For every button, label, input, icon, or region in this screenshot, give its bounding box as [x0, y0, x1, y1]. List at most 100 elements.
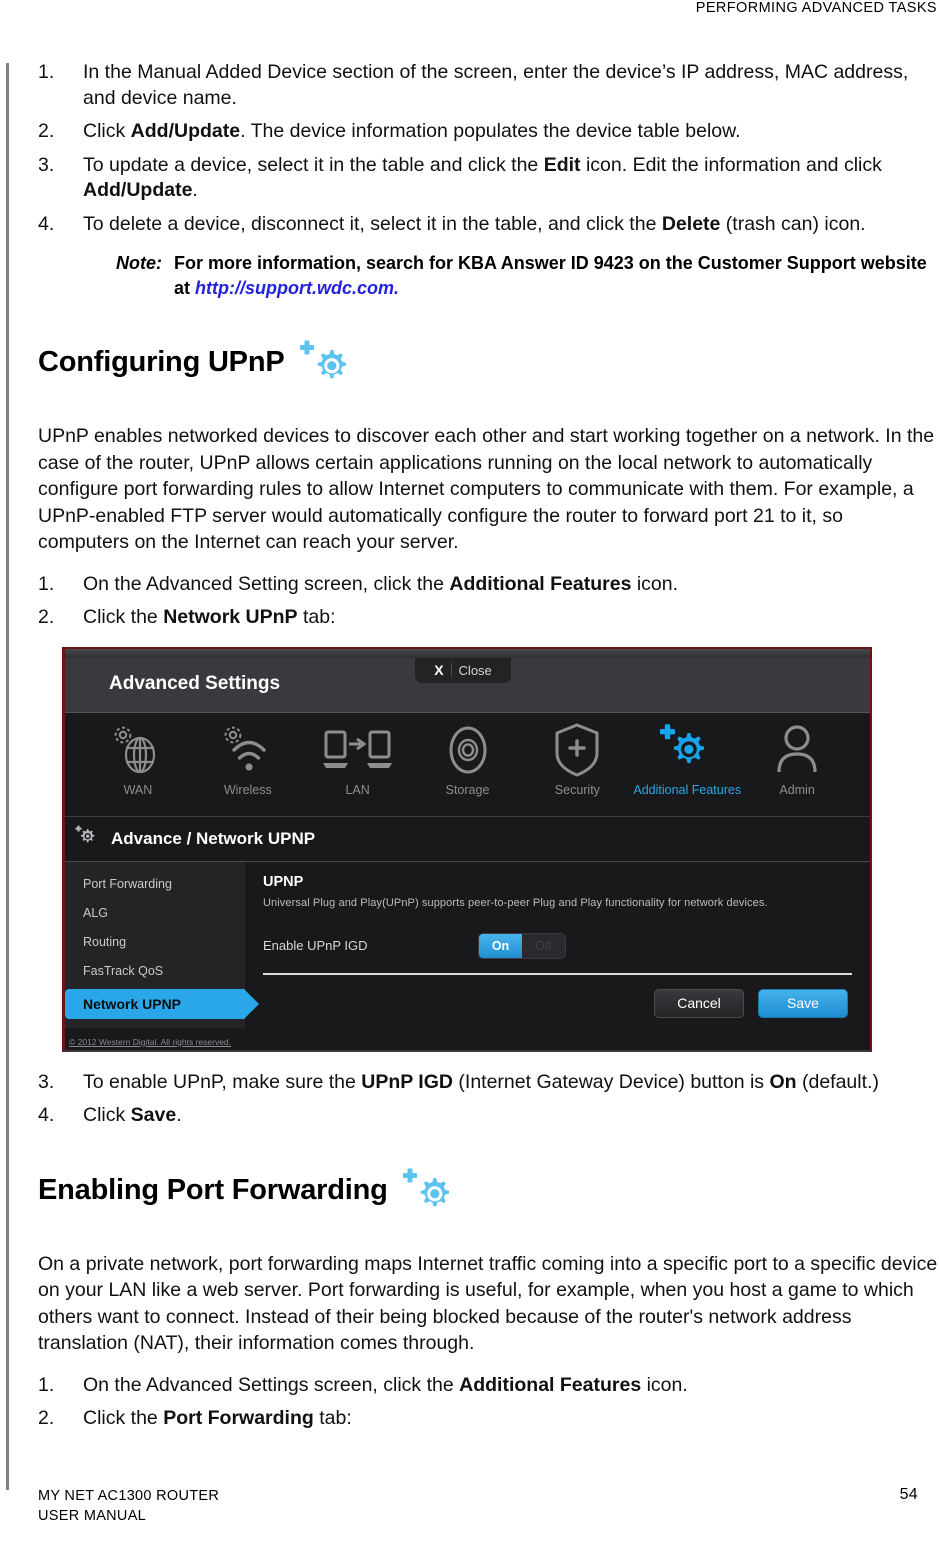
- list-item: 3. To enable UPnP, make sure the UPnP IG…: [38, 1070, 939, 1096]
- list-item-number: 1.: [38, 572, 55, 595]
- sidebar-item-port-forwarding[interactable]: Port Forwarding: [65, 870, 245, 899]
- nav-item-wan[interactable]: WAN: [83, 719, 193, 797]
- sidebar-item-alg[interactable]: ALG: [65, 899, 245, 928]
- nav-item-security[interactable]: Security: [522, 719, 632, 797]
- list-item: 1. On the Advanced Settings screen, clic…: [38, 1373, 939, 1399]
- upnp-igd-toggle[interactable]: On Off: [478, 932, 566, 959]
- figure-titlebar: Advanced Settings X Close: [65, 657, 870, 713]
- list-item: 2. Click Add/Update. The device informat…: [38, 119, 939, 145]
- figure-network-upnp-screenshot: Advanced Settings X Close WAN Wireless L…: [62, 646, 872, 1052]
- list-item-text: Click the Network UPnP tab:: [83, 606, 336, 628]
- list-item-text: To delete a device, disconnect it, selec…: [83, 212, 866, 235]
- nav-label: Storage: [445, 782, 490, 797]
- steps-list-top: 1. In the Manual Added Device section of…: [38, 60, 939, 237]
- advanced-settings-nav: WAN Wireless LAN Storage Security Additi…: [65, 712, 870, 817]
- device-to-device-icon: [321, 719, 395, 781]
- nav-label: Wireless: [223, 782, 272, 797]
- breadcrumb: Advance / Network UPNP: [65, 816, 870, 862]
- globe-gear-icon: [110, 719, 166, 781]
- page-title-configuring-upnp: Configuring UPnP: [38, 340, 939, 403]
- nav-item-wireless[interactable]: Wireless: [193, 719, 303, 797]
- list-item: 4. Click Save.: [38, 1103, 939, 1129]
- support-website-link[interactable]: http://support.wdc.com.: [195, 278, 399, 298]
- list-item-text: On the Advanced Setting screen, click th…: [83, 572, 679, 595]
- note-block: Note: For more information, search for K…: [38, 251, 939, 301]
- list-item-text: Click Save.: [83, 1104, 182, 1126]
- person-icon: [772, 719, 822, 781]
- enable-upnp-igd-row: Enable UPnP IGD On Off: [263, 932, 852, 959]
- cancel-button[interactable]: Cancel: [654, 988, 744, 1018]
- page-title-enabling-port-forwarding: Enabling Port Forwarding: [38, 1168, 939, 1231]
- list-item-number: 2.: [38, 120, 55, 142]
- nav-item-additional-features[interactable]: Additional Features: [632, 719, 742, 797]
- left-margin-rule: [6, 63, 9, 1490]
- list-item-number: 3.: [38, 153, 55, 176]
- footer-manual-name: MY NET AC1300 ROUTER USER MANUAL: [38, 1486, 219, 1526]
- list-item-number: 2.: [38, 606, 55, 628]
- panel-heading: UPNP: [263, 873, 304, 890]
- disc-icon: [441, 719, 495, 781]
- enable-upnp-igd-label: Enable UPnP IGD: [263, 938, 368, 953]
- sidebar-item-routing[interactable]: Routing: [65, 928, 245, 957]
- page-footer: MY NET AC1300 ROUTER USER MANUAL 54: [38, 1486, 918, 1526]
- figure-main-panel: UPNP Universal Plug and Play(UPnP) suppo…: [245, 862, 870, 1028]
- copyright-text: © 2012 Western Digital. All rights reser…: [69, 1036, 232, 1047]
- section-heading-text: Configuring UPnP: [38, 346, 285, 378]
- panel-actions: Cancel Save: [263, 975, 852, 1028]
- list-item: 1. In the Manual Added Device section of…: [38, 60, 939, 111]
- save-button[interactable]: Save: [758, 988, 848, 1018]
- list-item-text: Click the Port Forwarding tab:: [83, 1407, 352, 1429]
- section-heading-text: Enabling Port Forwarding: [38, 1173, 388, 1206]
- list-item: 3. To update a device, select it in the …: [38, 153, 939, 204]
- list-item: 1. On the Advanced Setting screen, click…: [38, 572, 939, 598]
- close-button-label: Close: [458, 662, 492, 678]
- advanced-settings-title: Advanced Settings: [109, 672, 281, 694]
- additional-features-gear-plus-icon: [400, 1167, 458, 1225]
- nav-item-lan[interactable]: LAN: [303, 719, 413, 797]
- section-paragraph-upnp: UPnP enables networked devices to discov…: [38, 425, 935, 553]
- wifi-gear-icon: [220, 719, 276, 781]
- figure-body: Port Forwarding ALG Routing FasTrack QoS…: [65, 861, 870, 1028]
- gear-plus-icon: [656, 719, 718, 781]
- additional-features-gear-plus-icon: [297, 339, 355, 397]
- note-label: Note:: [116, 253, 162, 273]
- footer-line-2: USER MANUAL: [38, 1508, 147, 1524]
- list-item-number: 4.: [38, 212, 55, 235]
- close-icon: X: [434, 663, 452, 677]
- breadcrumb-text: Advance / Network UPNP: [111, 828, 316, 848]
- section-paragraph-port-forwarding: On a private network, port forwarding ma…: [38, 1252, 938, 1355]
- page-number: 54: [899, 1486, 918, 1503]
- sidebar-item-network-upnp[interactable]: Network UPNP: [65, 988, 259, 1019]
- list-item-number: 2.: [38, 1407, 55, 1429]
- steps-list-port-forwarding: 1. On the Advanced Settings screen, clic…: [38, 1373, 939, 1432]
- nav-label: Additional Features: [633, 782, 742, 797]
- sidebar-item-fastrack-qos[interactable]: FasTrack QoS: [65, 957, 245, 986]
- running-head: PERFORMING ADVANCED TASKS: [695, 0, 937, 16]
- nav-item-admin[interactable]: Admin: [742, 719, 852, 797]
- gear-plus-small-icon: [75, 825, 97, 852]
- list-item: 2. Click the Port Forwarding tab:: [38, 1406, 939, 1432]
- list-item: 4. To delete a device, disconnect it, se…: [38, 212, 939, 238]
- list-item-number: 4.: [38, 1104, 55, 1126]
- close-button[interactable]: X Close: [415, 657, 511, 683]
- list-item: 2. Click the Network UPnP tab:: [38, 605, 939, 631]
- toggle-on-segment[interactable]: On: [479, 933, 522, 958]
- toggle-off-segment[interactable]: Off: [522, 933, 565, 958]
- steps-list-upnp-after: 3. To enable UPnP, make sure the UPnP IG…: [38, 1070, 939, 1129]
- list-item-number: 1.: [38, 1373, 55, 1396]
- footer-line-1: MY NET AC1300 ROUTER: [38, 1488, 220, 1504]
- page-content: 1. In the Manual Added Device section of…: [38, 60, 939, 1440]
- panel-description: Universal Plug and Play(UPnP) supports p…: [263, 896, 768, 909]
- list-item-text: On the Advanced Settings screen, click t…: [83, 1373, 688, 1396]
- shield-plus-icon: [552, 719, 602, 781]
- list-item-number: 1.: [38, 61, 55, 83]
- list-item-number: 3.: [38, 1070, 55, 1093]
- nav-item-storage[interactable]: Storage: [413, 719, 523, 797]
- nav-label: WAN: [123, 782, 153, 797]
- figure-footer: © 2012 Western Digital. All rights reser…: [65, 1027, 870, 1050]
- list-item-text: To update a device, select it in the tab…: [83, 153, 882, 202]
- nav-label: Admin: [779, 782, 815, 797]
- nav-label: LAN: [345, 782, 370, 797]
- steps-list-upnp-before: 1. On the Advanced Setting screen, click…: [38, 572, 939, 631]
- list-item-text: Click Add/Update. The device information…: [83, 120, 741, 142]
